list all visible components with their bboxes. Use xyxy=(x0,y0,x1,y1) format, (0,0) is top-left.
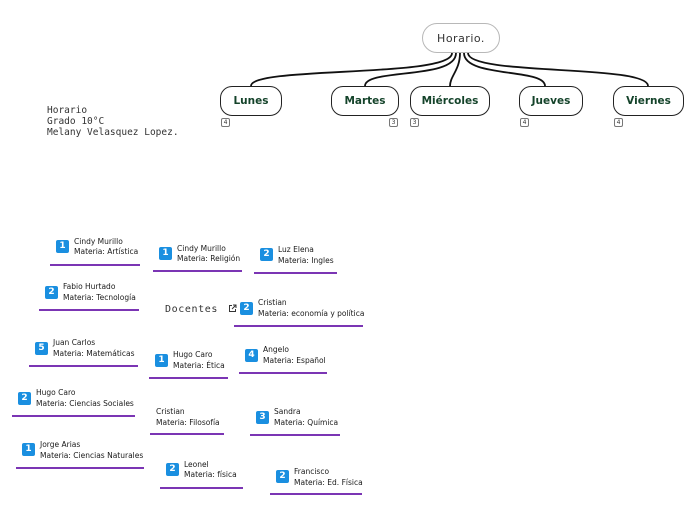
teacher-subject: Materia: Ingles xyxy=(278,256,334,265)
teacher-subject: Materia: Matemáticas xyxy=(53,349,135,358)
card-underline xyxy=(270,493,362,495)
child-count-martes[interactable]: 3 xyxy=(389,118,398,127)
teacher-subject: Materia: Filosofía xyxy=(156,418,220,427)
docentes-node[interactable]: Docentes xyxy=(165,304,218,315)
root-node-horario[interactable]: Horario. xyxy=(422,23,500,53)
teacher-name: Cristian xyxy=(156,407,185,416)
teacher-name: Jorge Arias xyxy=(40,440,81,449)
teacher-name: Hugo Caro xyxy=(36,388,76,397)
card-underline xyxy=(12,415,135,417)
card-underline xyxy=(50,264,140,266)
teacher-name: Luz Elena xyxy=(278,245,314,254)
teacher-name: Angelo xyxy=(263,345,289,354)
priority-badge: 2 xyxy=(18,392,31,405)
card-underline xyxy=(39,309,139,311)
card-underline xyxy=(149,377,228,379)
card-underline xyxy=(153,270,242,272)
teacher-name: Sandra xyxy=(274,407,301,416)
teacher-subject: Materia: Tecnología xyxy=(63,293,136,302)
day-node-viernes[interactable]: Viernes xyxy=(613,86,684,116)
card-underline xyxy=(160,487,243,489)
day-node-lunes[interactable]: Lunes xyxy=(220,86,282,116)
teacher-subject: Materia: Ciencias Naturales xyxy=(40,451,144,460)
card-underline xyxy=(234,325,363,327)
teacher-subject: Materia: Ed. Física xyxy=(294,478,363,487)
external-link-icon[interactable] xyxy=(228,304,237,313)
day-node-martes[interactable]: Martes xyxy=(331,86,399,116)
priority-badge: 2 xyxy=(276,470,289,483)
link-viernes xyxy=(467,52,649,87)
teacher-name: Cindy Murillo xyxy=(74,237,123,246)
teacher-name: Leonel xyxy=(184,460,209,469)
day-node-miercoles[interactable]: Miércoles xyxy=(410,86,490,116)
card-underline xyxy=(254,272,337,274)
card-underline xyxy=(29,365,138,367)
card-underline xyxy=(239,372,327,374)
teacher-subject: Materia: Español xyxy=(263,356,326,365)
teacher-name: Hugo Caro xyxy=(173,350,213,359)
teacher-name: Francisco xyxy=(294,467,330,476)
link-jueves xyxy=(463,52,546,87)
child-count-jueves[interactable]: 4 xyxy=(520,118,529,127)
priority-badge: 2 xyxy=(166,463,179,476)
priority-badge: 1 xyxy=(155,354,168,367)
connector-lines xyxy=(250,52,649,87)
priority-badge: 2 xyxy=(45,286,58,299)
card-underline xyxy=(250,434,340,436)
teacher-subject: Materia: Ciencias Sociales xyxy=(36,399,134,408)
teacher-name: Fabio Hurtado xyxy=(63,282,116,291)
child-count-miercoles[interactable]: 3 xyxy=(410,118,419,127)
priority-badge: 1 xyxy=(159,247,172,260)
schedule-note: Horario Grado 10°C Melany Velasquez Lope… xyxy=(47,105,179,138)
teacher-subject: Materia: economía y política xyxy=(258,309,365,318)
priority-badge: 1 xyxy=(56,240,69,253)
teacher-name: Juan Carlos xyxy=(53,338,96,347)
card-underline xyxy=(16,467,144,469)
teacher-name: Cristian xyxy=(258,298,287,307)
teacher-subject: Materia: Química xyxy=(274,418,339,427)
priority-badge: 2 xyxy=(240,302,253,315)
child-count-lunes[interactable]: 4 xyxy=(221,118,230,127)
teacher-subject: Materia: física xyxy=(184,470,237,479)
teacher-subject: Materia: Artística xyxy=(74,247,139,256)
teacher-subject: Materia: Ética xyxy=(173,361,225,370)
teacher-name: Cindy Murillo xyxy=(177,244,226,253)
priority-badge: 3 xyxy=(256,411,269,424)
priority-badge: 4 xyxy=(245,349,258,362)
priority-badge: 2 xyxy=(260,248,273,261)
link-lunes xyxy=(250,52,453,87)
priority-badge: 1 xyxy=(22,443,35,456)
teacher-subject: Materia: Religión xyxy=(177,254,241,263)
card-underline xyxy=(150,433,224,435)
day-node-jueves[interactable]: Jueves xyxy=(519,86,583,116)
priority-badge: 5 xyxy=(35,342,48,355)
child-count-viernes[interactable]: 4 xyxy=(614,118,623,127)
